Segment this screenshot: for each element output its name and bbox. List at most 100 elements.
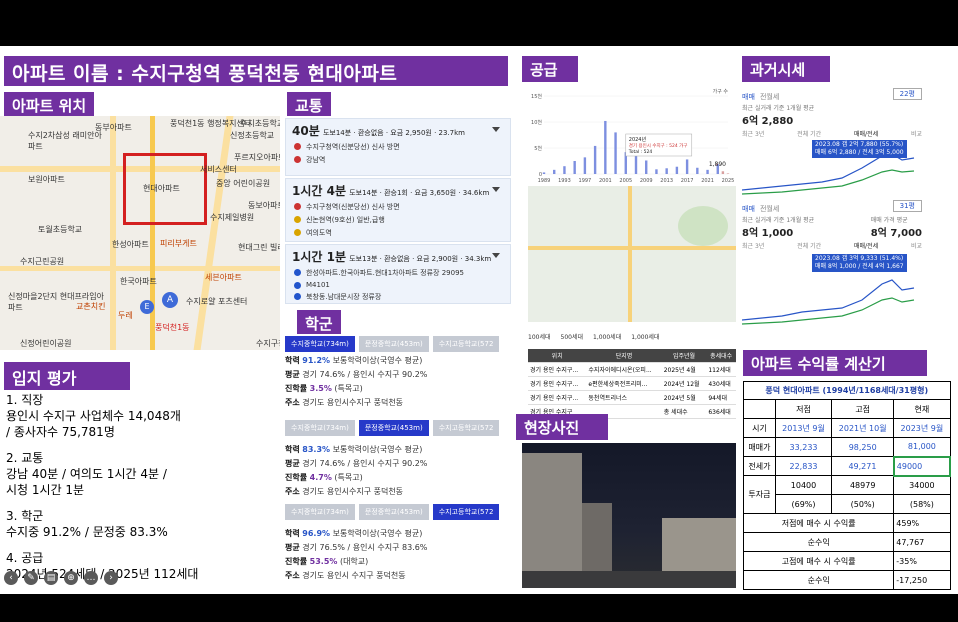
school-tab[interactable]: 수지고등학교(572 (432, 420, 500, 436)
eval-head: 1. 직장 (6, 393, 44, 407)
calc-cell: (69%) (774, 494, 833, 514)
eval-line: 강남 40분 / 여의도 1시간 4분 / (6, 467, 167, 481)
calc-result-label: 순수익 (742, 532, 895, 552)
calc-cell[interactable]: 49,271 (831, 456, 895, 476)
map-marker-icon[interactable]: A (162, 292, 178, 308)
calc-col: 고점 (831, 399, 895, 419)
table-row[interactable]: 경기 용인 수지구... 동천역트리너스 2024년 5월 94세대 (528, 390, 736, 405)
period-tab[interactable]: 전체 기간 (797, 241, 821, 250)
school-tab[interactable]: 수지고등학교(572 (432, 504, 500, 520)
school-tab[interactable]: 수지중학교(734m) (285, 336, 355, 352)
map-label: 동보아파트 (248, 201, 280, 210)
calc-cell: 10400 (774, 475, 833, 495)
map-label: 두레 (118, 311, 133, 320)
map-label: 토월초등학교 (38, 225, 83, 234)
area-select[interactable]: 22평 (892, 87, 922, 100)
school-address: 경기도 용인시 수지구 풍덕천동 (302, 571, 406, 580)
calc-label: 투자금 (743, 475, 776, 514)
location-map[interactable]: 풍덕천1동 행정복지센터 동부아파트 수지초등학교 수지2차삼성 래미안아파트 … (0, 116, 280, 350)
calc-cell[interactable]: 22,833 (774, 456, 833, 476)
transit-route[interactable]: 1시간 1분 도보13분 · 환승없음 · 요금 2,900원 · 34.3km… (285, 244, 511, 304)
supply-bar (542, 172, 546, 174)
supply-bar (614, 132, 617, 174)
table-cell: 94세대 (706, 390, 736, 405)
school-card: 수지중학교(734m) 문정중학교(453m) 수지고등학교(572 학력 91… (285, 336, 511, 408)
chevron-down-icon[interactable] (492, 127, 500, 132)
slides-icon[interactable]: ▤ (44, 571, 58, 585)
table-cell: 수지자이에디시온(오피... (586, 362, 662, 377)
y-tick-label: 15천 (531, 93, 542, 100)
school-tab[interactable]: 수지중학교(734m) (285, 504, 355, 520)
transit-route[interactable]: 40분 도보14분 · 환승없음 · 요금 2,950원 · 23.7km 수지… (285, 118, 511, 176)
calc-cell[interactable]: 2013년 9월 (774, 418, 833, 438)
period-tab[interactable]: 비교 (911, 241, 922, 250)
tab-lease[interactable]: 전월세 (760, 93, 779, 101)
calc-cell[interactable]: 81,000 (893, 437, 951, 457)
school-address: 경기도 용인시수지구 풍덕천동 (302, 398, 404, 407)
table-header: 입주년월 (661, 349, 707, 363)
table-row[interactable]: 경기 용인 수지구... 수지자이에디시온(오피... 2025년 4월 112… (528, 362, 736, 377)
school-avg: 경기 74.6% / 용인시 수지구 90.2% (302, 459, 428, 468)
x-tick-label: 2005 (619, 178, 632, 184)
period-tab[interactable]: 매매/전세 (854, 129, 878, 138)
evaluation-list: 1. 직장 용인시 수지구 사업체수 14,048개 / 종사자수 75,781명 … (6, 392, 276, 592)
price-note: 매매 가격 평균 (870, 217, 908, 224)
chevron-down-icon[interactable] (492, 253, 500, 258)
price-chart-bottom: 매매 전월세 31평 최근 실거래 기준 1개월 평균 8억 1,000 매매 … (741, 196, 922, 330)
tab-sale[interactable]: 매매 (742, 205, 755, 213)
zoom-icon[interactable]: ⊕ (64, 571, 78, 585)
callout-label: 1,890 (709, 161, 726, 168)
map-label: 피리부게트 (160, 239, 197, 248)
label: 평균 (285, 543, 300, 552)
chevron-down-icon[interactable] (492, 187, 500, 192)
calc-result-value: 459% (893, 513, 951, 533)
school-card: 수지중학교(734m) 문정중학교(453m) 수지고등학교(572 학력 96… (285, 504, 511, 581)
tab-lease[interactable]: 전월세 (760, 205, 779, 213)
route-stop: 수지구청역(신분당선) 신사 방면 (292, 202, 504, 212)
tab-sale[interactable]: 매매 (742, 93, 755, 101)
x-tick-label: 2025 (722, 178, 735, 184)
school-tab[interactable]: 문정중학교(453m) (358, 420, 429, 436)
school-rate-note: 보통학력이상(국영수 평균) (332, 445, 423, 454)
map-label: 수지근린공원 (20, 257, 65, 266)
area-select[interactable]: 31평 (892, 199, 922, 212)
calc-title: 풍덕 현대아파트 (1994년/1168세대/31평형) (743, 381, 951, 400)
label: 학력 (285, 356, 300, 365)
supply-table: 위치 단지명 입주년월 총세대수 경기 용인 수지구... 수지자이에디시온(오… (528, 349, 736, 419)
calc-cell[interactable]: 49000 (892, 455, 952, 477)
table-row[interactable]: 경기 용인 수지구... e편한세상죽전프리미... 2024년 12월 430… (528, 376, 736, 391)
pen-icon[interactable]: ✎ (24, 571, 38, 585)
calc-cell[interactable]: 2021년 10월 (831, 418, 895, 438)
site-photo (522, 443, 736, 588)
school-tab[interactable]: 문정중학교(453m) (358, 336, 429, 352)
table-header: 단지명 (586, 349, 662, 363)
supply-map[interactable] (528, 186, 736, 322)
school-tab[interactable]: 수지고등학교(572 (432, 336, 500, 352)
period-tab[interactable]: 전체 기간 (797, 129, 821, 138)
school-tab[interactable]: 문정중학교(453m) (358, 504, 429, 520)
calc-cell[interactable]: 2023년 9월 (893, 418, 951, 438)
supply-bar (645, 160, 648, 174)
school-advance-note: (대학교) (339, 557, 369, 566)
calc-label: 시기 (743, 418, 776, 438)
school-advance: 3.5% (309, 384, 332, 393)
map-marker-icon[interactable]: E (140, 300, 154, 314)
x-tick-label: 2013 (660, 178, 673, 184)
period-tab[interactable]: 비교 (911, 129, 922, 138)
calc-cell[interactable]: 98,250 (831, 437, 895, 457)
school-tab[interactable]: 수지중학교(734m) (285, 420, 355, 436)
period-tab[interactable]: 최근 3년 (742, 241, 764, 250)
period-tab[interactable]: 최근 3년 (742, 129, 764, 138)
transit-route[interactable]: 1시간 4분 도보14분 · 환승1회 · 요금 3,650원 · 34.6km… (285, 178, 511, 242)
price-note: 최근 실거래 기준 1개월 평균 (742, 105, 815, 112)
eval-line: 수지중 91.2% / 문정중 83.3% (6, 525, 168, 539)
calc-cell[interactable]: 33,233 (774, 437, 833, 457)
table-cell: 경기 용인 수지구... (528, 390, 587, 405)
price-history-heading: 과거시세 (742, 56, 830, 82)
supply-bar (721, 171, 725, 174)
next-icon[interactable]: › (104, 571, 118, 585)
more-icon[interactable]: … (84, 571, 98, 585)
period-tab[interactable]: 매매/전세 (854, 241, 878, 250)
prev-icon[interactable]: ‹ (4, 571, 18, 585)
school-heading: 학군 (297, 310, 341, 334)
